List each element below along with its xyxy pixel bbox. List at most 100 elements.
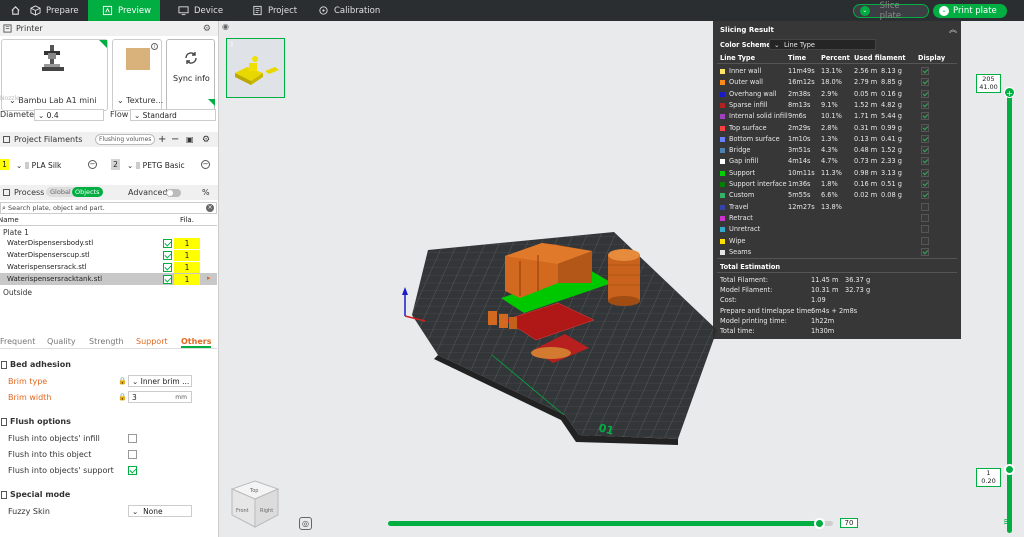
object-row[interactable]: WaterDispensersbody.stl 1	[0, 237, 217, 249]
layer-slider-top-handle[interactable]: +	[1004, 87, 1015, 98]
view-cube-right[interactable]: Right	[260, 508, 273, 514]
tab-label: Preview	[118, 5, 152, 16]
object-visible-checkbox[interactable]	[163, 275, 172, 284]
sync-label: Sync info	[173, 74, 210, 83]
color-picker-icon[interactable]: ▣	[186, 135, 194, 144]
object-filament-badge[interactable]: 1	[174, 274, 200, 285]
tab-calibration[interactable]: Calibration	[310, 0, 388, 21]
add-icon[interactable]: +	[158, 134, 166, 145]
line-percent: 13.1%	[821, 67, 842, 75]
display-checkbox[interactable]	[921, 191, 929, 200]
object-row[interactable]: Waterispensersracktank.stl 1 ▸	[0, 273, 217, 285]
tab-others[interactable]: Others	[181, 337, 212, 348]
slicing-result-title: Slicing Result	[720, 26, 774, 34]
view-cube[interactable]: Top Front Right	[226, 475, 284, 533]
tab-support[interactable]: Support	[136, 337, 168, 346]
global-option[interactable]: Global	[50, 188, 71, 196]
tab-quality[interactable]: Quality	[47, 337, 76, 346]
gear-icon[interactable]: ⚙	[202, 135, 210, 145]
object-list-header: Name Fila.	[0, 214, 217, 226]
flush-infill-checkbox[interactable]	[128, 434, 137, 443]
percent-icon[interactable]: %	[202, 188, 210, 197]
objects-option[interactable]: Objects	[72, 187, 103, 197]
display-checkbox[interactable]	[921, 146, 929, 155]
remove-filament-icon[interactable]: −	[88, 160, 97, 169]
filament-select-2[interactable]: ⌄ PETG Basic	[124, 159, 196, 171]
object-visible-checkbox[interactable]	[163, 251, 172, 260]
display-checkbox[interactable]	[921, 112, 929, 121]
flush-support-checkbox[interactable]	[128, 466, 137, 475]
object-row[interactable]: Waterispensersrack.stl 1	[0, 261, 217, 273]
print-plate-button[interactable]: ⌄ Print plate	[933, 4, 1007, 18]
filament-select-1[interactable]: ⌄ PLA Silk	[13, 159, 85, 171]
display-checkbox[interactable]	[921, 123, 929, 132]
flow-select[interactable]: ⌄ Standard	[130, 109, 216, 121]
line-type-row: Travel 12m27s 13.8%	[713, 202, 961, 213]
object-edit-icon[interactable]: ▸	[207, 274, 211, 282]
display-checkbox[interactable]	[921, 78, 929, 87]
total-label: Total Filament:	[720, 276, 768, 284]
view-cube-top[interactable]: Top	[249, 488, 258, 494]
flush-object-checkbox[interactable]	[128, 450, 137, 459]
bed-adhesion-icon	[1, 361, 7, 369]
diameter-select[interactable]: ⌄ 0.4	[34, 109, 104, 121]
filament-index-2[interactable]: 2	[111, 159, 120, 170]
tab-frequent[interactable]: Frequent	[0, 337, 35, 346]
tab-strength[interactable]: Strength	[89, 337, 124, 346]
object-filament-badge[interactable]: 1	[174, 250, 200, 261]
brim-type-label: Brim type	[8, 377, 48, 386]
tab-project[interactable]: Project	[244, 0, 305, 21]
plate-type-card[interactable]: i ⌄ Texture...	[112, 39, 164, 111]
lock-icon[interactable]: 🔒	[118, 377, 127, 385]
object-visible-checkbox[interactable]	[163, 239, 172, 248]
display-checkbox[interactable]	[921, 67, 929, 75]
color-scheme-label: Color Scheme	[720, 41, 771, 49]
color-scheme-select[interactable]: ⌄ Line Type	[769, 39, 876, 50]
layers-icon[interactable]: ≋	[1003, 517, 1011, 528]
fuzzy-skin-select[interactable]: ⌄ None	[128, 505, 192, 517]
gear-icon[interactable]: ⚙	[203, 24, 211, 34]
advanced-toggle[interactable]	[166, 189, 181, 197]
plate-label[interactable]: Plate 1	[3, 228, 29, 237]
slice-plate-button[interactable]: ⌄ Slice plate	[853, 1, 929, 21]
display-checkbox[interactable]	[921, 236, 929, 245]
display-checkbox[interactable]	[921, 100, 929, 109]
remove-filament-icon[interactable]: −	[201, 160, 210, 169]
plate-type-label: ⌄ Texture...	[117, 96, 164, 105]
layer-slider-bottom-handle[interactable]	[1004, 464, 1015, 475]
remove-icon[interactable]: −	[171, 134, 179, 145]
object-search-box[interactable]: ⌕ Search plate, object and part. ×	[0, 202, 217, 214]
view-cube-front[interactable]: Front	[236, 508, 249, 514]
toggle-global-objects[interactable]: Global Objects	[46, 187, 103, 197]
selected-corner	[99, 40, 107, 48]
fit-view-icon[interactable]: ◎	[299, 517, 312, 530]
clear-search-icon[interactable]: ×	[206, 204, 214, 212]
object-row[interactable]: WaterDispenserscup.stl 1	[0, 249, 217, 261]
collapse-icon[interactable]: ︽	[949, 24, 957, 35]
display-checkbox[interactable]	[921, 213, 929, 222]
line-time: 16m12s	[788, 78, 815, 87]
display-checkbox[interactable]	[921, 180, 929, 188]
object-filament-badge[interactable]: 1	[174, 262, 200, 273]
object-filament-badge[interactable]: 1	[174, 238, 200, 249]
outside-label[interactable]: Outside	[3, 288, 32, 297]
line-color-swatch	[720, 227, 725, 233]
display-checkbox[interactable]	[921, 202, 929, 211]
display-checkbox[interactable]	[921, 134, 929, 143]
flushing-volumes-button[interactable]: Flushing volumes	[95, 134, 156, 145]
move-slider[interactable]	[388, 518, 833, 529]
display-checkbox[interactable]	[921, 247, 929, 256]
brim-type-select[interactable]: ⌄ Inner brim ...	[128, 375, 192, 387]
tab-device[interactable]: Device	[170, 0, 231, 21]
brim-width-input[interactable]: 3 mm	[128, 391, 192, 403]
tab-preview[interactable]: Preview	[88, 0, 160, 21]
display-checkbox[interactable]	[921, 225, 929, 234]
move-slider-handle[interactable]	[813, 518, 825, 529]
lock-icon[interactable]: 🔒	[118, 393, 127, 401]
display-checkbox[interactable]	[921, 89, 929, 98]
display-checkbox[interactable]	[921, 157, 929, 166]
filament-index-1[interactable]: 1	[0, 159, 9, 170]
display-checkbox[interactable]	[921, 168, 929, 177]
object-visible-checkbox[interactable]	[163, 263, 172, 272]
tab-prepare[interactable]: Prepare	[22, 0, 87, 21]
